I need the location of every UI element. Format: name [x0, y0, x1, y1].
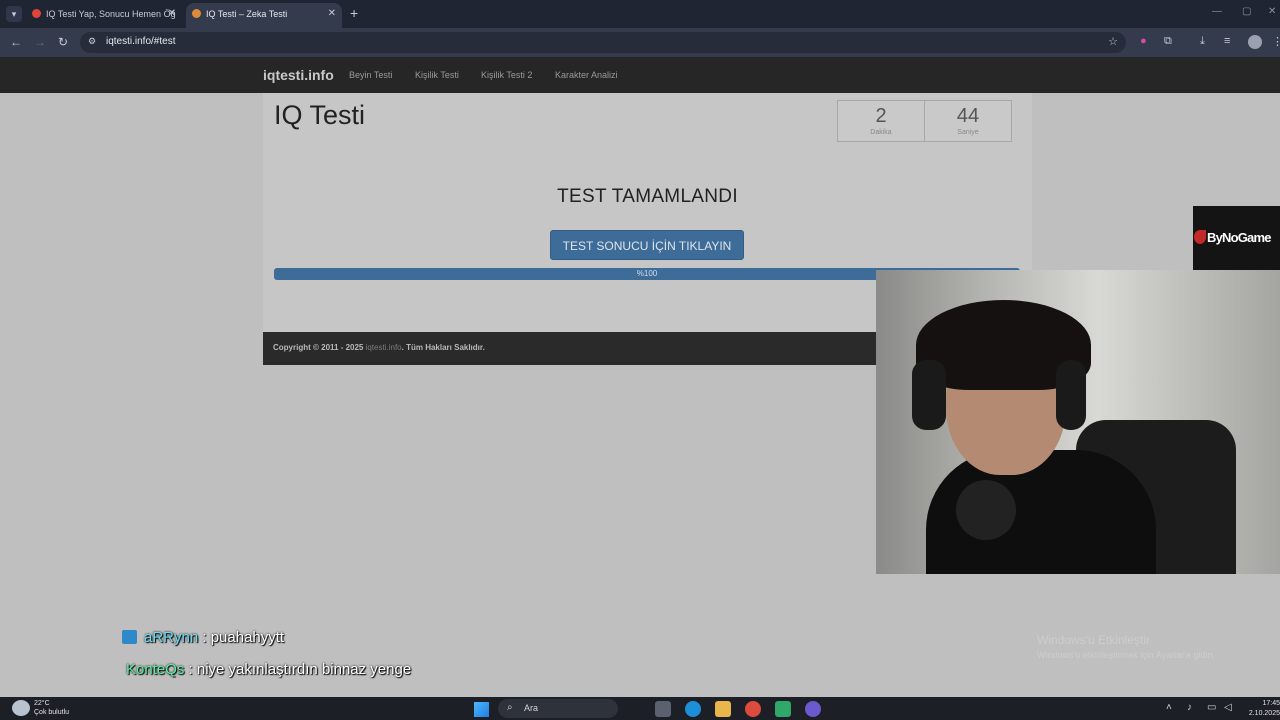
- seconds-value: 44: [956, 105, 980, 127]
- tab-title: IQ Testi Yap, Sonucu Hemen Öğ: [46, 9, 176, 19]
- nav-karakter-analizi[interactable]: Karakter Analizi: [555, 70, 618, 80]
- footer-copyright: Copyright © 2011 - 2025 iqtesti.info. Tü…: [273, 343, 485, 352]
- discord-icon[interactable]: [805, 701, 821, 717]
- tray-volume-icon[interactable]: ◁: [1224, 702, 1232, 713]
- tab-close-icon[interactable]: ✕: [168, 3, 176, 25]
- weather-desc: Çok bulutlu: [34, 709, 70, 716]
- window-close-icon[interactable]: ✕: [1268, 6, 1276, 17]
- extension-icon[interactable]: ●: [1140, 35, 1147, 47]
- tab-close-icon[interactable]: ✕: [328, 3, 336, 25]
- bynogame-logo-text: ByNoGame: [1207, 230, 1271, 245]
- activation-watermark-title: Windows'u Etkinleştir: [1037, 633, 1150, 647]
- taskbar-clock[interactable]: 17:45 2.10.2025: [1246, 699, 1280, 719]
- tab-favicon-icon: [192, 9, 201, 18]
- footer-link[interactable]: iqtesti.info: [366, 343, 402, 352]
- headset-icon: [1056, 360, 1086, 430]
- chat-username: KonteQs: [126, 661, 185, 678]
- microphone-icon: [956, 480, 1016, 540]
- address-bar[interactable]: ⚙ iqtesti.info/#test ☆: [80, 32, 1126, 53]
- app-icon[interactable]: [775, 701, 791, 717]
- taskbar-search[interactable]: ⌕ Ara: [498, 699, 618, 718]
- page-title: IQ Testi: [274, 100, 366, 130]
- tray-chevron-icon[interactable]: ˄: [1166, 702, 1172, 713]
- chat-badge-icon: [122, 630, 137, 644]
- show-result-button[interactable]: TEST SONUCU İÇİN TIKLAYIN: [550, 230, 744, 260]
- footer-prefix: Copyright © 2011 - 2025: [273, 343, 366, 352]
- edge-icon[interactable]: [685, 701, 701, 717]
- site-navbar: iqtesti.info Beyin Testi Kişilik Testi K…: [0, 57, 1280, 93]
- clock-date: 2.10.2025: [1248, 710, 1280, 717]
- minimize-icon[interactable]: —: [1212, 6, 1222, 17]
- weather-temp: 22°C: [34, 700, 50, 707]
- browser-tabbar: ▾ IQ Testi Yap, Sonucu Hemen Öğ ✕ IQ Tes…: [0, 0, 1280, 28]
- search-label: Ara: [524, 703, 539, 713]
- chat-text: : niye yakınlaştırdın binnaz yenge: [184, 661, 412, 678]
- tab-iq-testi-zeka[interactable]: IQ Testi – Zeka Testi ✕: [186, 3, 342, 28]
- tray-display-icon[interactable]: ▭: [1207, 702, 1216, 713]
- weather-widget[interactable]: 22°C Çok bulutlu: [34, 699, 69, 717]
- bynogame-mark-icon: [1194, 230, 1206, 244]
- minutes-value: 2: [875, 105, 887, 127]
- site-info-icon[interactable]: ⚙: [88, 36, 96, 47]
- bookmark-star-icon[interactable]: ☆: [1108, 35, 1118, 48]
- maximize-icon[interactable]: ▢: [1242, 6, 1251, 17]
- task-view-icon[interactable]: [655, 701, 671, 717]
- reload-icon[interactable]: ↻: [58, 35, 68, 49]
- file-explorer-icon[interactable]: [715, 701, 731, 717]
- download-icon[interactable]: ⤓: [1200, 35, 1205, 48]
- more-menu-icon[interactable]: ⋮: [1272, 35, 1280, 48]
- reading-list-icon[interactable]: ≡: [1224, 35, 1230, 47]
- chat-message: aRRynn : puahahyytt: [122, 629, 284, 646]
- tab-search-icon[interactable]: ▾: [6, 6, 22, 22]
- tray-mic-icon[interactable]: ♪: [1187, 702, 1192, 713]
- back-icon[interactable]: ←: [10, 35, 22, 49]
- headset-icon: [912, 360, 946, 430]
- tab-iq-testi-yap[interactable]: IQ Testi Yap, Sonucu Hemen Öğ ✕: [26, 3, 182, 28]
- chat-username: aRRynn: [144, 629, 199, 646]
- site-brand[interactable]: iqtesti.info: [263, 67, 334, 83]
- profile-avatar[interactable]: [1248, 35, 1262, 49]
- weather-cloud-icon[interactable]: [12, 700, 30, 716]
- chat-message: KonteQs : niye yakınlaştırdın binnaz yen…: [126, 661, 411, 678]
- timer-minutes: 2 Dakika: [837, 100, 925, 142]
- webcam-feed: [876, 270, 1280, 574]
- new-tab-icon[interactable]: +: [350, 5, 358, 21]
- activation-watermark-text: Windows'u etkinleştirmek için Ayarlar'a …: [1037, 650, 1215, 660]
- url-text[interactable]: iqtesti.info/#test: [106, 36, 175, 47]
- footer-suffix: . Tüm Hakları Saklıdır.: [401, 343, 485, 352]
- start-windows-icon[interactable]: [474, 702, 489, 717]
- chrome-icon[interactable]: [745, 701, 761, 717]
- minutes-label: Dakika: [870, 129, 892, 136]
- address-toolbar: ← → ↻ ⚙ iqtesti.info/#test ☆: [0, 28, 1280, 57]
- seconds-label: Saniye: [957, 129, 979, 136]
- clock-time: 17:45: [1262, 700, 1280, 707]
- nav-beyin-testi[interactable]: Beyin Testi: [349, 70, 392, 80]
- forward-icon[interactable]: →: [34, 35, 46, 49]
- tab-favicon-icon: [32, 9, 41, 18]
- extensions-puzzle-icon[interactable]: ⧉: [1164, 35, 1172, 48]
- tab-title: IQ Testi – Zeka Testi: [206, 9, 288, 19]
- nav-kisilik-testi-2[interactable]: Kişilik Testi 2: [481, 70, 532, 80]
- nav-kisilik-testi[interactable]: Kişilik Testi: [415, 70, 459, 80]
- test-complete-heading: TEST TAMAMLANDI: [557, 186, 738, 207]
- search-icon: ⌕: [507, 702, 513, 713]
- timer-seconds: 44 Saniye: [924, 100, 1012, 142]
- chat-text: : puahahyytt: [198, 629, 285, 646]
- windows-taskbar: 22°C Çok bulutlu ⌕ Ara ˄ ♪ ▭ ◁ 17:45 2.1…: [0, 697, 1280, 720]
- bynogame-logo: ByNoGame: [1193, 206, 1280, 270]
